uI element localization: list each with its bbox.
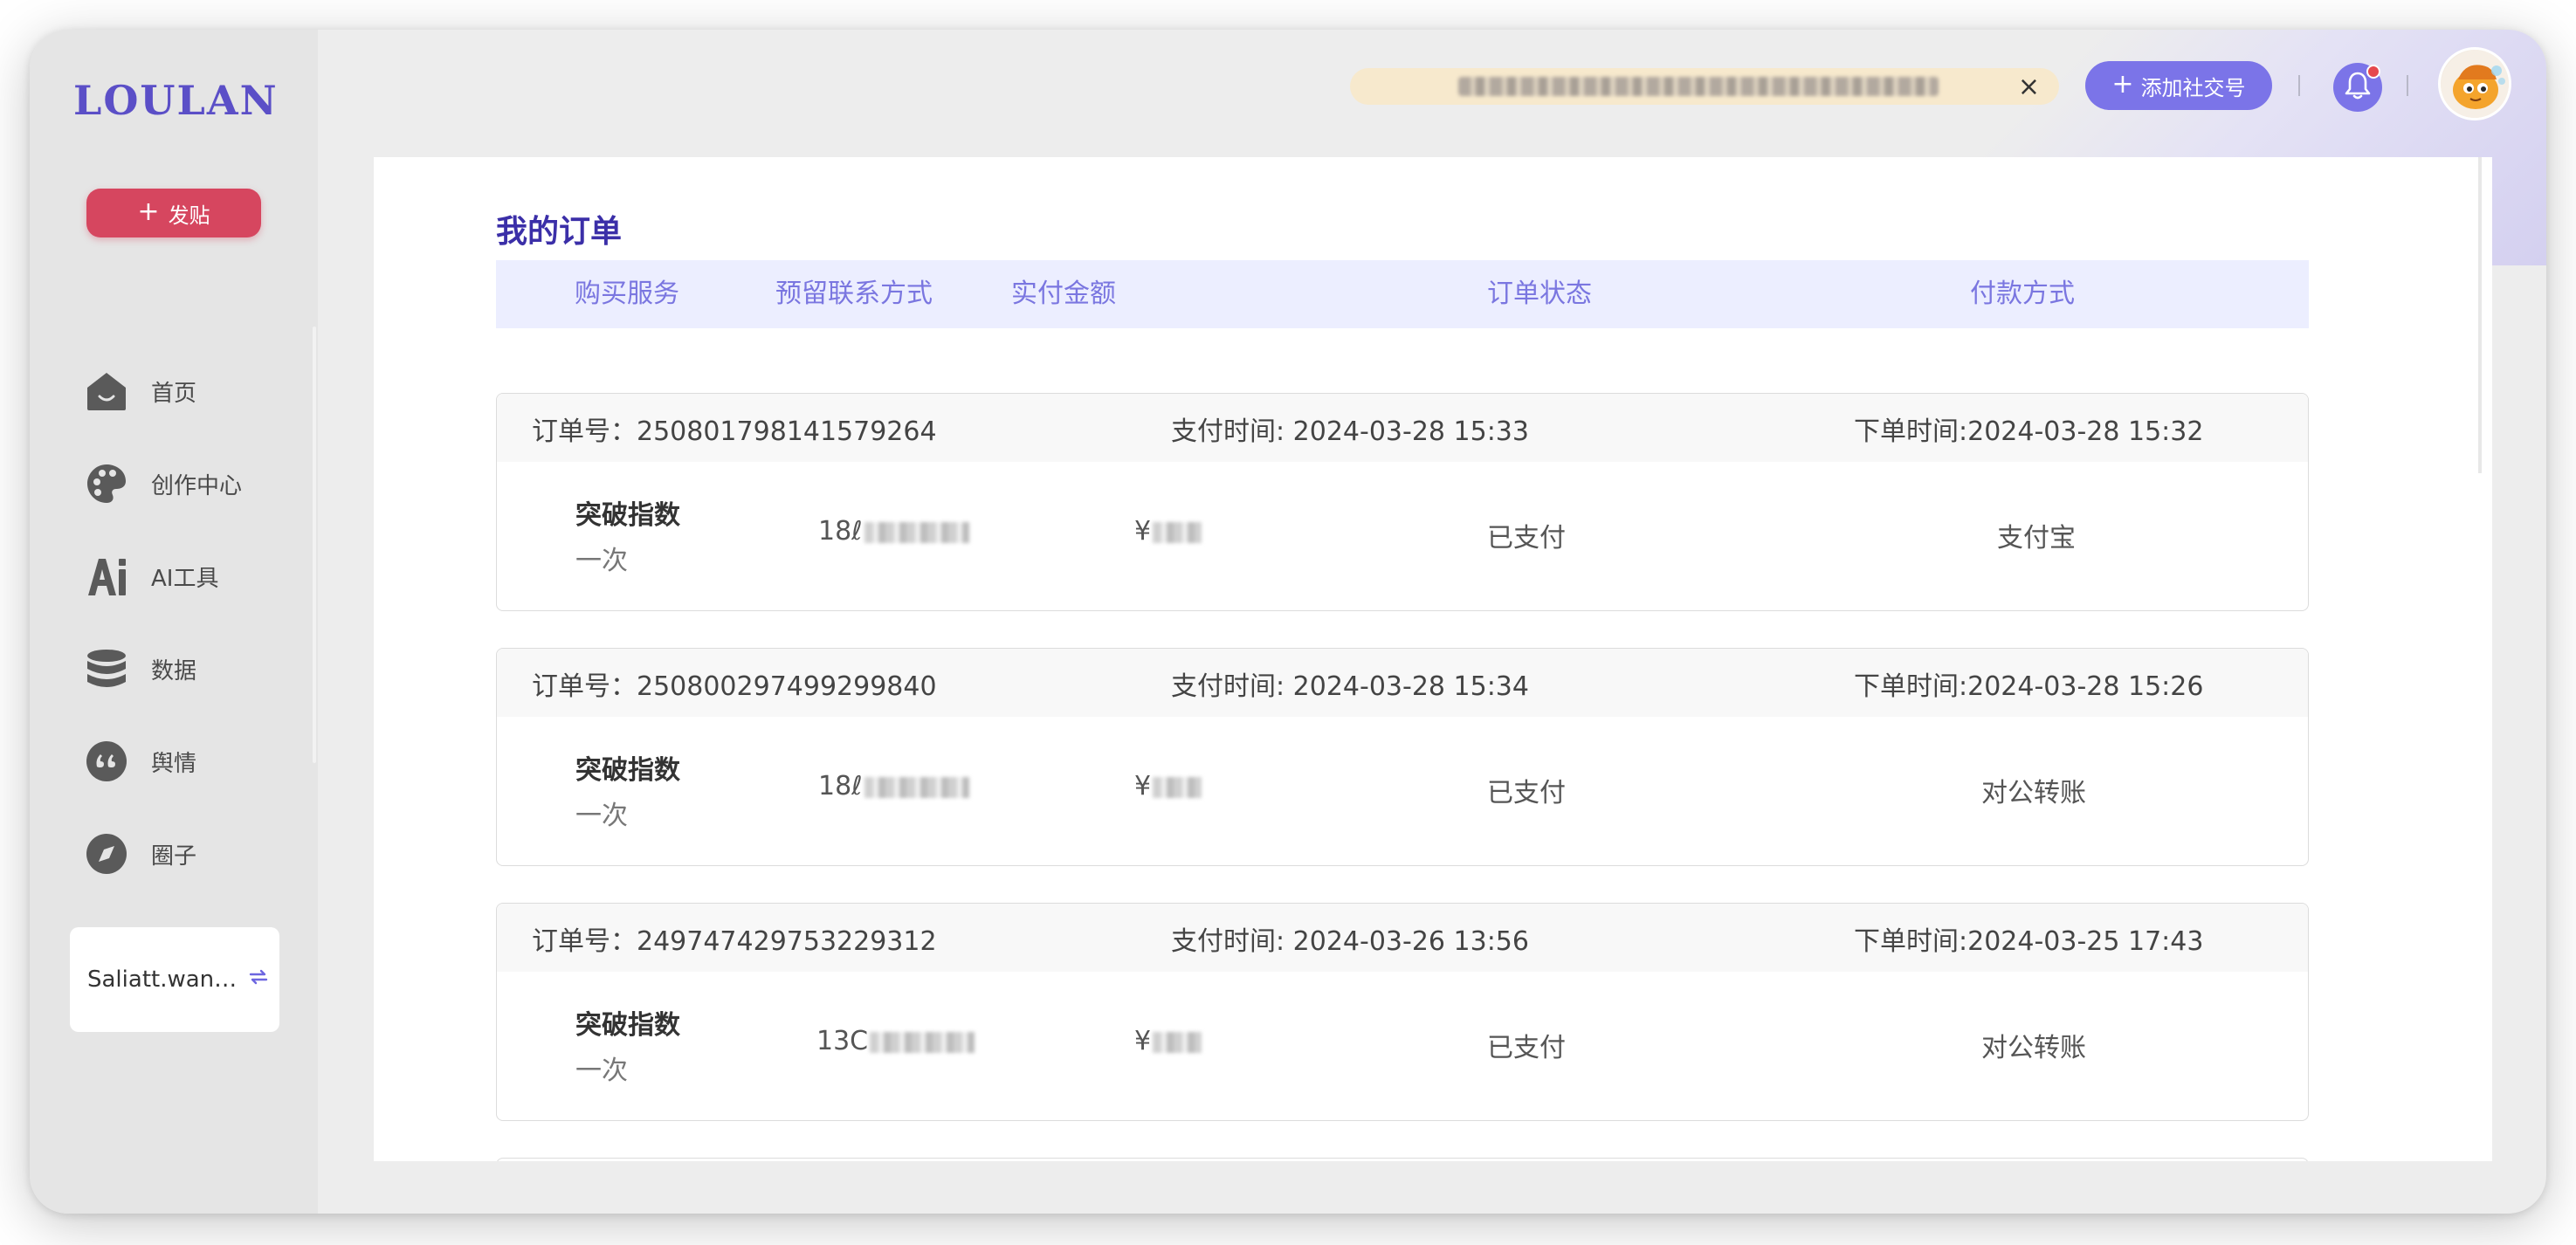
add-account-label: 添加社交号 [2140, 75, 2246, 100]
post-button-label: 发贴 [168, 203, 210, 228]
nav-label: 圈子 [151, 843, 197, 870]
order-card-header: 订单号：249747429753229312 支付时间: 2024-03-26 … [497, 904, 2308, 972]
redacted-mask [1153, 521, 1202, 543]
sidebar: LOULAN + 发贴 首页 创作中心 AI工具 数据 舆情 圈子 Saliat… [30, 30, 318, 1214]
nav-label: 数据 [151, 657, 197, 684]
nav-item-data[interactable]: 数据 [85, 643, 294, 695]
amount-prefix: ¥ [1134, 771, 1152, 801]
table-header: 购买服务 预留联系方式 实付金额 订单状态 付款方式 [496, 260, 2309, 328]
close-icon[interactable]: × [2018, 72, 2040, 102]
nav-item-creation-center[interactable]: 创作中心 [85, 457, 294, 510]
order-card[interactable]: 订单号：250801798141579264 支付时间: 2024-03-28 … [496, 393, 2309, 611]
column-header: 预留联系方式 [775, 279, 933, 309]
page-title: 我的订单 [496, 214, 623, 250]
amount: ¥ [1134, 516, 1202, 547]
order-card-header: 订单号：250800297499299840 支付时间: 2024-03-28 … [497, 649, 2308, 717]
order-status: 已支付 [1487, 523, 1566, 554]
order-number: 订单号：250801798141579264 [532, 416, 937, 447]
column-header: 实付金额 [1011, 279, 1116, 309]
redacted-mask [864, 521, 969, 543]
nav-item-circle[interactable]: 圈子 [85, 828, 294, 880]
nav-item-home[interactable]: 首页 [85, 365, 294, 417]
redacted-mask [1153, 776, 1202, 798]
service-name: 突破指数 [575, 1010, 680, 1041]
contact-info: 13C [816, 1026, 975, 1056]
app-logo[interactable]: LOULAN [73, 77, 283, 124]
user-name: Saliatt.wan… [87, 966, 238, 993]
main-content: 我的订单 购买服务 预留联系方式 实付金额 订单状态 付款方式 订单号：2508… [374, 157, 2492, 1161]
plus-icon: + [2111, 69, 2134, 100]
contact-prefix: 13C [816, 1026, 869, 1056]
sidebar-scrollbar[interactable] [313, 327, 316, 763]
home-icon [85, 369, 128, 413]
divider [2298, 75, 2300, 96]
order-time: 下单时间:2024-03-25 17:43 [1854, 926, 2204, 957]
pay-time: 支付时间: 2024-03-26 13:56 [1171, 926, 1529, 957]
contact-prefix: 18ℓ [818, 771, 863, 801]
unread-badge [2366, 65, 2380, 79]
amount-prefix: ¥ [1134, 516, 1152, 547]
nav-label: 舆情 [151, 750, 197, 777]
service-quantity: 一次 [575, 1056, 628, 1086]
service-name: 突破指数 [575, 500, 680, 531]
order-time: 下单时间:2024-03-28 15:32 [1854, 416, 2204, 447]
order-number: 订单号：249747429753229312 [532, 926, 937, 957]
notice-text-redacted [1458, 77, 1939, 96]
content-scrollbar[interactable] [2478, 157, 2482, 473]
service-quantity: 一次 [575, 801, 628, 831]
service-quantity: 一次 [575, 546, 628, 576]
app-window: LOULAN + 发贴 首页 创作中心 AI工具 数据 舆情 圈子 Saliat… [30, 30, 2546, 1214]
column-header: 订单状态 [1487, 279, 1592, 309]
contact-info: 18ℓ [818, 771, 969, 801]
amount: ¥ [1134, 771, 1202, 801]
amount-prefix: ¥ [1134, 1026, 1152, 1056]
service-name: 突破指数 [575, 755, 680, 786]
notice-bar[interactable]: × [1350, 68, 2059, 105]
contact-info: 18ℓ [818, 516, 969, 547]
order-card[interactable]: 订单号：249747429753229312 支付时间: 2024-03-26 … [496, 903, 2309, 1121]
redacted-mask [864, 776, 969, 798]
order-time: 下单时间:2024-03-28 15:26 [1854, 671, 2204, 702]
payment-method: 对公转账 [1981, 1033, 2086, 1063]
pay-time: 支付时间: 2024-03-28 15:33 [1171, 416, 1529, 447]
redacted-mask [870, 1031, 975, 1053]
order-card-partial [496, 1158, 2309, 1161]
nav-item-ai-tools[interactable]: AI工具 [85, 550, 294, 602]
contact-prefix: 18ℓ [818, 516, 863, 547]
order-status: 已支付 [1487, 778, 1566, 808]
compass-icon [85, 832, 128, 876]
quote-icon [85, 739, 128, 783]
order-card[interactable]: 订单号：250800297499299840 支付时间: 2024-03-28 … [496, 648, 2309, 866]
avatar[interactable] [2438, 47, 2511, 120]
switch-icon[interactable] [247, 966, 270, 994]
column-header: 购买服务 [575, 279, 679, 309]
redacted-mask [1153, 1031, 1202, 1053]
order-status: 已支付 [1487, 1033, 1566, 1063]
payment-method: 对公转账 [1981, 778, 2086, 808]
nav-label: AI工具 [151, 565, 219, 592]
order-number: 订单号：250800297499299840 [532, 671, 937, 702]
nav-label: 创作中心 [151, 472, 243, 499]
plus-icon: + [137, 196, 160, 227]
divider [2407, 75, 2408, 96]
amount: ¥ [1134, 1026, 1202, 1056]
notification-button[interactable] [2333, 63, 2382, 112]
add-social-account-button[interactable]: + 添加社交号 [2085, 61, 2272, 110]
user-card[interactable]: Saliatt.wan… [70, 927, 279, 1032]
database-icon [85, 647, 128, 691]
payment-method: 支付宝 [1997, 523, 2076, 554]
nav-item-public-opinion[interactable]: 舆情 [85, 735, 294, 788]
post-button[interactable]: + 发贴 [86, 189, 261, 237]
pay-time: 支付时间: 2024-03-28 15:34 [1171, 671, 1529, 702]
ai-icon [85, 554, 128, 598]
nav-label: 首页 [151, 380, 197, 407]
palette-icon [85, 462, 128, 506]
order-card-header: 订单号：250801798141579264 支付时间: 2024-03-28 … [497, 394, 2308, 462]
column-header: 付款方式 [1970, 279, 2075, 309]
